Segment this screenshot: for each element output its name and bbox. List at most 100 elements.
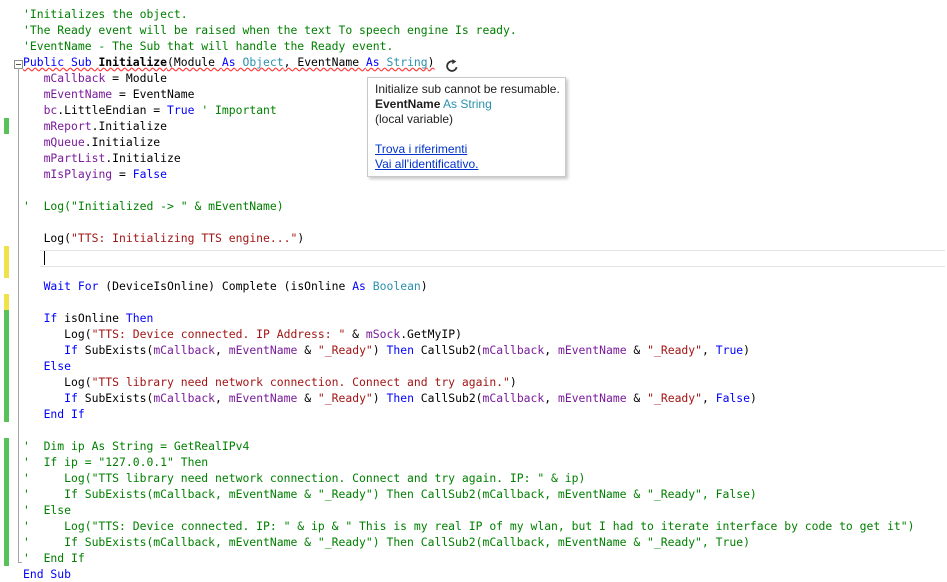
code-token: .Initialize	[91, 119, 168, 133]
code-token: )	[420, 279, 428, 293]
code-token: ' Else	[23, 503, 72, 517]
code-token: If	[43, 311, 58, 325]
code-line[interactable]: ' Log("TTS: Device connected. IP: " & ip…	[23, 518, 915, 534]
code-token: ,	[215, 391, 229, 405]
code-token: ,	[544, 391, 558, 405]
code-line[interactable]: ' If ip = "127.0.0.1" Then	[23, 454, 208, 470]
code-token: ' Dim ip As String = GetRealIPv4	[23, 439, 250, 453]
code-token: "_Ready"	[317, 391, 373, 405]
tooltip-message: Initialize sub cannot be resumable.	[375, 82, 560, 96]
code-token: "TTS library need network connection. Co…	[91, 375, 510, 389]
code-token: mCallback	[482, 391, 545, 405]
code-token: "_Ready"	[647, 343, 703, 357]
code-token: ' Log("Initialized -> " & mEventName)	[23, 199, 284, 213]
find-references-link[interactable]: Trova i riferimenti	[375, 142, 467, 156]
code-line[interactable]: End If	[23, 406, 85, 422]
text-caret	[44, 251, 45, 265]
code-line[interactable]: ' Log("TTS library need network connecti…	[23, 470, 585, 486]
code-token: Boolean	[372, 279, 421, 293]
code-line[interactable]: Public Sub Initialize(Module As Object, …	[23, 54, 435, 70]
code-token: = EventName	[112, 87, 195, 101]
code-token: As	[352, 279, 366, 293]
code-line[interactable]: ' If SubExists(mCallback, mEventName & "…	[23, 486, 757, 502]
code-line[interactable]: Else	[23, 358, 71, 374]
code-line[interactable]: Log("TTS library need network connection…	[23, 374, 517, 390]
code-line[interactable]: 'EventName - The Sub that will handle th…	[23, 38, 393, 54]
code-token: )	[743, 343, 751, 357]
code-token: "TTS: Device connected. IP Address: "	[91, 327, 346, 341]
code-line[interactable]: bc.LittleEndian = True ' Important	[23, 102, 277, 118]
code-line[interactable]: mReport.Initialize	[23, 118, 167, 134]
change-marker	[4, 118, 9, 134]
code-token: .Initialize	[105, 151, 181, 165]
code-token: Log(	[23, 375, 92, 389]
code-token: 'The Ready event will be raised when the…	[23, 23, 517, 37]
code-token: 'EventName - The Sub that will handle th…	[23, 39, 394, 53]
code-token: &	[297, 391, 318, 405]
code-token: Initialize	[98, 55, 168, 69]
find-references-link-row: Trova i riferimenti	[375, 142, 467, 157]
code-editor[interactable]: 'Initializes the object. 'The Ready event…	[0, 0, 947, 581]
code-line[interactable]: If SubExists(mCallback, mEventName & "_R…	[23, 390, 757, 406]
tooltip-as-keyword: As	[443, 97, 458, 111]
code-token: .Initialize	[84, 135, 161, 149]
code-token: mCallback	[482, 343, 545, 357]
code-token: As	[221, 55, 236, 69]
tooltip-type: String	[460, 97, 492, 111]
code-line[interactable]: ' If SubExists(mCallback, mEventName & "…	[23, 534, 750, 550]
code-token: mEventName	[557, 391, 627, 405]
code-token: False	[715, 391, 751, 405]
code-line[interactable]: 'The Ready event will be raised when the…	[23, 22, 517, 38]
code-line[interactable]: 'Initializes the object.	[23, 6, 188, 22]
code-line[interactable]: ' Log("Initialized -> " & mEventName)	[23, 198, 284, 214]
code-line[interactable]: mCallback = Module	[23, 70, 167, 86]
tooltip-scope: (local variable)	[375, 112, 454, 126]
code-token: End Sub	[23, 567, 72, 581]
code-token: mEventName	[557, 343, 627, 357]
code-token: SubExists(	[77, 391, 154, 405]
code-token: Public Sub	[23, 55, 99, 69]
code-line[interactable]: mEventName = EventName	[23, 86, 195, 102]
code-line[interactable]: End Sub	[23, 566, 71, 582]
code-line[interactable]: ' End If	[23, 550, 85, 566]
code-token: )	[750, 391, 757, 405]
code-token: ,	[702, 343, 716, 357]
code-token: "_Ready"	[317, 343, 373, 357]
fold-guide-line	[18, 68, 19, 562]
code-token: CallSub2(	[413, 343, 483, 357]
code-token: (DeviceIsOnline) Complete (isOnline	[98, 279, 353, 293]
code-token: Log(	[23, 231, 72, 245]
code-token: )	[372, 391, 387, 405]
code-line[interactable]: If SubExists(mCallback, mEventName & "_R…	[23, 342, 750, 358]
code-line[interactable]: If isOnline Then	[23, 310, 154, 326]
code-token: )	[297, 231, 305, 245]
code-line[interactable]: mPartList.Initialize	[23, 150, 181, 166]
editor-gutter	[0, 0, 16, 577]
code-token: .LittleEndian =	[57, 103, 168, 117]
code-line[interactable]: Log("TTS: Device connected. IP Address: …	[23, 326, 462, 342]
code-token: &	[297, 343, 318, 357]
code-token: =	[112, 167, 133, 181]
code-line[interactable]: mQueue.Initialize	[23, 134, 161, 150]
code-line[interactable]: Log("TTS: Initializing TTS engine...")	[23, 230, 305, 246]
code-line[interactable]: Wait For (DeviceIsOnline) Complete (isOn…	[23, 278, 428, 294]
code-token: mEventName	[43, 87, 113, 101]
tooltip-signature: EventName As String	[375, 97, 492, 112]
code-token: False	[132, 167, 168, 181]
code-line[interactable]: mIsPlaying = False	[23, 166, 167, 182]
code-token: mCallback	[43, 71, 106, 85]
code-line[interactable]: ' Else	[23, 502, 71, 518]
go-to-identifier-link[interactable]: Vai all'identificativo.	[375, 157, 478, 171]
code-token: mEventName	[228, 343, 298, 357]
code-token: &	[345, 327, 366, 341]
code-token: mSock	[365, 327, 401, 341]
code-line[interactable]: ' Dim ip As String = GetRealIPv4	[23, 438, 249, 454]
